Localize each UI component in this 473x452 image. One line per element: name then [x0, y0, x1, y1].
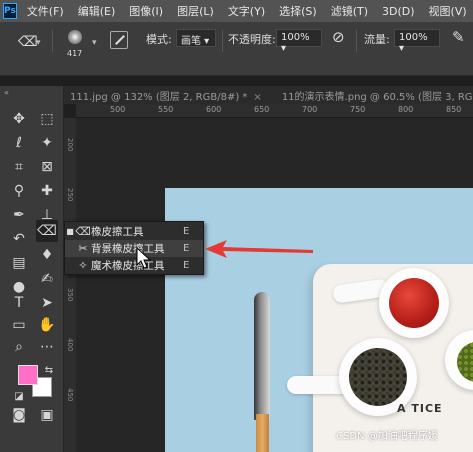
knife-handle-image	[256, 414, 269, 452]
path-selection-tool-icon[interactable]: ➤	[36, 292, 58, 314]
mouse-cursor-icon	[136, 247, 152, 269]
knife-image	[254, 292, 270, 420]
ruler-tick-label: 350	[66, 288, 74, 302]
eyedropper-tool-icon[interactable]: ⚲	[8, 180, 30, 202]
options-bar: ⌫ ▾ 417 ▾ 模式: 画笔 ▾ 不透明度: 100% ▾ ⊘ 流量: 10…	[0, 22, 473, 76]
eraser-icon: ⌫	[75, 225, 91, 238]
menu-type[interactable]: 文字(Y)	[228, 3, 265, 19]
flyout-item-background-eraser[interactable]: ✂ 背景橡皮擦工具 E	[65, 240, 203, 257]
menu-bar: Ps 文件(F) 编辑(E) 图像(I) 图层(L) 文字(Y) 选择(S) 滤…	[0, 0, 473, 22]
more-tools-icon[interactable]: ⋯	[36, 336, 58, 358]
healing-brush-tool-icon[interactable]: ✚	[36, 180, 58, 202]
swap-colors-icon[interactable]: ⇆	[38, 360, 60, 382]
pressure-opacity-icon[interactable]: ⊘	[332, 28, 345, 46]
brush-tool-icon[interactable]: ✒	[8, 204, 30, 226]
zoom-tool-icon[interactable]: ⌕	[8, 336, 30, 358]
ruler-tick-label: 800	[398, 105, 414, 114]
menu-view[interactable]: 视图(V)	[429, 3, 467, 19]
peppercorns-image	[349, 348, 407, 406]
tab-document-1[interactable]: 111.jpg @ 132% (图层 2, RGB/8#) * ×	[60, 88, 272, 103]
photoshop-logo[interactable]: Ps	[3, 3, 17, 19]
annotation-arrow-icon	[205, 240, 313, 258]
history-brush-tool-icon[interactable]: ↶	[8, 228, 30, 250]
ruler-tick-label: 200	[66, 138, 74, 152]
hand-tool-icon[interactable]: ✋	[36, 314, 58, 336]
flyout-item-magic-eraser[interactable]: ✧ 魔术橡皮擦工具 E	[65, 257, 203, 274]
flow-label: 流量:	[364, 33, 390, 46]
menu-file[interactable]: 文件(F)	[27, 3, 64, 19]
menu-select[interactable]: 选择(S)	[279, 3, 317, 19]
ruler-tick-label: 550	[158, 105, 174, 114]
ruler-tick-label: 750	[350, 105, 366, 114]
tools-panel: « ✥ ⬚ ℓ ✦ ⌗ ⊠ ⚲ ✚ ✒ ⊥ ↶ ⌫ ▤ ♦ ● ✍ T ➤ ▭ …	[0, 86, 64, 452]
rectangle-tool-icon[interactable]: ▭	[8, 314, 30, 336]
ruler-tick-label: 700	[302, 105, 318, 114]
quick-mask-icon[interactable]: ◙	[8, 404, 30, 426]
horizontal-ruler: 500 550 600 650 700 750 800 850	[76, 104, 473, 118]
ruler-tick-label: 650	[254, 105, 270, 114]
menu-image[interactable]: 图像(I)	[129, 3, 163, 19]
flow-input[interactable]: 100% ▾	[394, 29, 440, 54]
magic-wand-tool-icon[interactable]: ✦	[36, 132, 58, 154]
eraser-tool-preset-icon[interactable]: ⌫	[18, 34, 38, 50]
airbrush-icon[interactable]: ✎	[452, 28, 465, 46]
opacity-input[interactable]: 100% ▾	[276, 29, 322, 54]
eraser-tools-flyout: ■ ⌫ 橡皮擦工具 E ✂ 背景橡皮擦工具 E ✧ 魔术橡皮擦工具 E	[64, 221, 204, 275]
magic-eraser-icon: ✧	[78, 259, 88, 272]
watermark: CSDN @加油吧程序媛	[336, 431, 438, 442]
blur-tool-icon[interactable]: ♦	[36, 244, 58, 266]
chevron-down-icon[interactable]: ▾	[36, 38, 41, 48]
ruler-tick-label: 850	[446, 105, 462, 114]
menu-3d[interactable]: 3D(D)	[382, 5, 415, 18]
pen-tool-icon[interactable]: ✍	[36, 268, 58, 290]
gradient-tool-icon[interactable]: ▤	[8, 252, 30, 274]
frame-tool-icon[interactable]: ⊠	[36, 156, 58, 178]
plate-text: A TICE	[397, 402, 443, 415]
opacity-label: 不透明度:	[228, 33, 276, 46]
foreground-color-swatch[interactable]	[18, 365, 38, 385]
collapse-icon[interactable]: «	[4, 88, 9, 97]
screen-mode-icon[interactable]: ▣	[36, 404, 58, 426]
chevron-down-icon[interactable]: ▾	[92, 38, 97, 48]
ruler-tick-label: 400	[66, 338, 74, 352]
vertical-ruler: 200 250 300 350 400 450	[64, 118, 76, 452]
mode-select[interactable]: 画笔 ▾	[176, 29, 216, 47]
flyout-item-eraser[interactable]: ■ ⌫ 橡皮擦工具 E	[65, 223, 203, 240]
menu-layer[interactable]: 图层(L)	[177, 3, 214, 19]
document-canvas[interactable]: A TICE	[165, 188, 473, 452]
tab-document-2[interactable]: 11的演示表情.png @ 60.5% (图层 3, RGB	[272, 88, 473, 103]
close-icon[interactable]: ×	[253, 92, 261, 103]
ruler-tick-label: 450	[66, 388, 74, 402]
brush-settings-icon[interactable]	[110, 31, 128, 49]
type-tool-icon[interactable]: T	[8, 292, 30, 314]
mode-label: 模式:	[146, 33, 172, 46]
ketchup-image	[389, 278, 439, 328]
eraser-tool-icon[interactable]: ⌫	[36, 220, 58, 242]
marquee-tool-icon[interactable]: ⬚	[36, 108, 58, 130]
move-tool-icon[interactable]: ✥	[8, 108, 30, 130]
menu-filter[interactable]: 滤镜(T)	[331, 3, 368, 19]
ruler-tick-label: 500	[110, 105, 126, 114]
brush-size: 417	[67, 49, 83, 58]
ruler-tick-label: 600	[206, 105, 222, 114]
selected-marker: ■	[66, 227, 74, 236]
crop-tool-icon[interactable]: ⌗	[8, 156, 30, 178]
background-eraser-icon: ✂	[78, 242, 88, 255]
menu-edit[interactable]: 编辑(E)	[78, 3, 116, 19]
brush-preview-icon[interactable]	[68, 30, 82, 44]
document-tabs: 111.jpg @ 132% (图层 2, RGB/8#) * × 11的演示表情…	[60, 86, 473, 104]
ruler-tick-label: 250	[66, 188, 74, 202]
lasso-tool-icon[interactable]: ℓ	[8, 132, 30, 154]
